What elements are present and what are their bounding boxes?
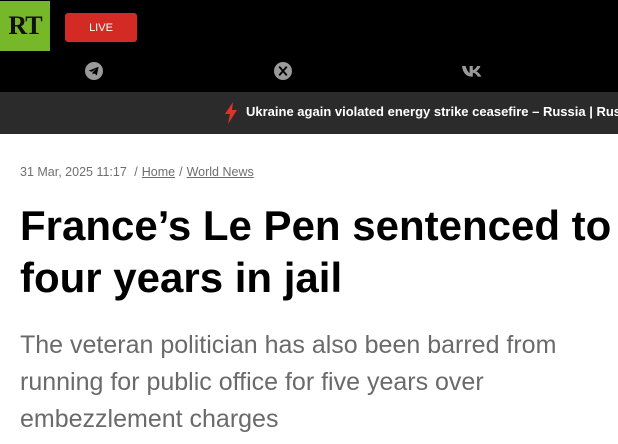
ticker-headline[interactable]: Ukraine again violated energy strike cea…: [246, 104, 618, 119]
breadcrumb-world-news[interactable]: World News: [187, 165, 254, 179]
breadcrumb-home[interactable]: Home: [142, 165, 175, 179]
telegram-icon[interactable]: [84, 61, 104, 81]
site-header: RT LIVE: [0, 0, 618, 92]
live-button[interactable]: LIVE: [65, 13, 137, 42]
lightning-icon: [224, 102, 238, 124]
breadcrumb-separator: /: [134, 165, 138, 179]
article-summary: The veteran politician has also been bar…: [20, 331, 557, 433]
vk-icon[interactable]: [461, 61, 483, 81]
x-icon[interactable]: [273, 61, 293, 81]
article-meta: 31 Mar, 2025 11:17 / Home / World News: [20, 165, 254, 179]
news-ticker[interactable]: Ukraine again violated energy strike cea…: [0, 92, 618, 134]
article-title: France’s Le Pen sentenced to four years …: [20, 202, 612, 301]
breadcrumb-separator: /: [179, 165, 183, 179]
article-date: 31 Mar, 2025 11:17: [20, 165, 127, 179]
rt-logo[interactable]: RT: [0, 1, 50, 51]
